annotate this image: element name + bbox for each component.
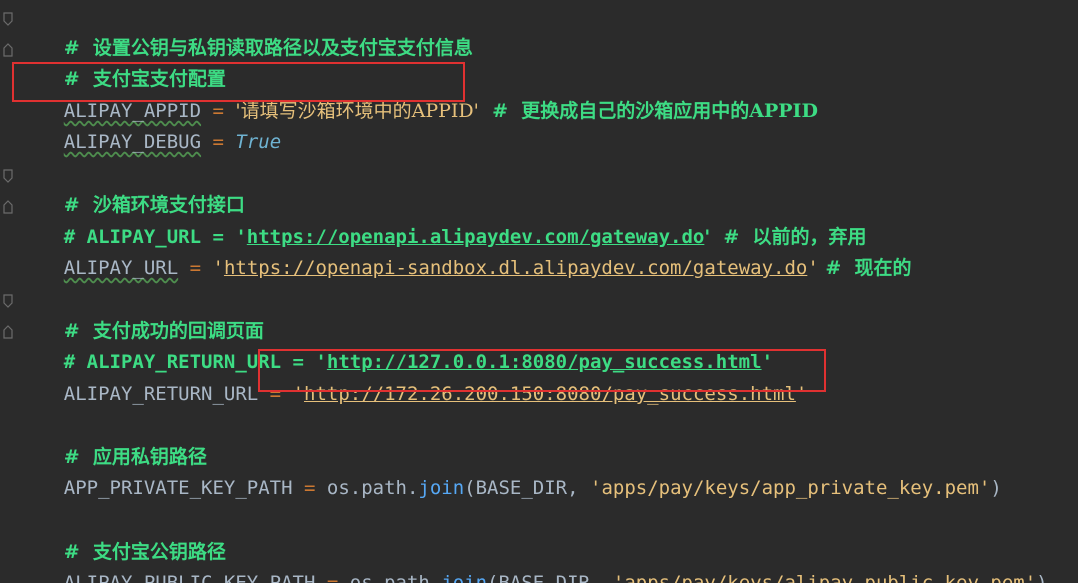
keyword-true: True — [235, 131, 282, 153]
assign-operator: = — [201, 131, 236, 153]
code-line[interactable]: ALIPAY_URL = 'https://openapi-sandbox.dl… — [18, 223, 912, 279]
code-line[interactable]: # ALIPAY_URL = 'https://openapi.alipayde… — [18, 192, 867, 248]
code-comment: # 更换成自己的沙箱应用中的APPID — [478, 100, 818, 122]
module-path: os.path. — [349, 572, 442, 583]
assign-operator: = — [292, 477, 327, 499]
code-line[interactable]: # 应用私钥路径 — [18, 412, 207, 468]
code-line[interactable]: # 支付宝公钥路径 — [18, 507, 226, 563]
call-args: (BASE_DIR, — [464, 477, 590, 499]
variable-name: ALIPAY_RETURN_URL — [63, 383, 259, 405]
function-name: join — [418, 477, 465, 499]
fold-marker-icon[interactable] — [3, 169, 13, 183]
code-line[interactable]: # 支付成功的回调页面 — [18, 286, 264, 342]
code-line[interactable]: # 沙箱环境支付接口 — [18, 160, 245, 216]
call-args: (BASE_DIR, — [487, 572, 613, 583]
call-close: ) — [990, 477, 1002, 499]
string-literal: 'apps/pay/keys/alipay_public_key.pem' — [612, 572, 1037, 583]
function-name: join — [441, 572, 488, 583]
code-line[interactable]: # 设置公钥与私钥读取路径以及支付宝支付信息 — [18, 3, 473, 59]
highlight-box-return-url — [258, 349, 826, 392]
code-line[interactable]: ALIPAY_PUBLIC_KEY_PATH = os.path.join(BA… — [18, 538, 1048, 583]
fold-marker-icon[interactable] — [3, 12, 13, 26]
string-quote: ' — [212, 257, 224, 279]
code-comment: # 现在的 — [818, 257, 912, 279]
assign-operator: = — [178, 257, 213, 279]
variable-name: APP_PRIVATE_KEY_PATH — [63, 477, 293, 499]
fold-marker-icon[interactable] — [3, 200, 13, 214]
string-literal: 'apps/pay/keys/app_private_key.pem' — [590, 477, 991, 499]
code-line[interactable]: # ALIPAY_RETURN_URL = 'http://127.0.0.1:… — [18, 317, 773, 373]
fold-marker-icon[interactable] — [3, 325, 13, 339]
module-path: os.path. — [326, 477, 419, 499]
variable-name: ALIPAY_DEBUG — [63, 131, 202, 153]
string-quote: ' — [807, 257, 819, 279]
code-line[interactable]: APP_PRIVATE_KEY_PATH = os.path.join(BASE… — [18, 443, 1002, 499]
code-editor[interactable]: # 设置公钥与私钥读取路径以及支付宝支付信息 # 支付宝支付配置 ALIPAY_… — [0, 0, 1078, 583]
assign-operator: = — [315, 572, 350, 583]
code-line[interactable]: # 支付宝支付配置 — [18, 34, 226, 90]
variable-name: ALIPAY_URL — [63, 257, 179, 279]
fold-marker-icon[interactable] — [3, 43, 13, 57]
highlight-box-appid — [12, 62, 465, 102]
url-link[interactable]: https://openapi-sandbox.dl.alipaydev.com… — [224, 257, 807, 279]
variable-name: ALIPAY_PUBLIC_KEY_PATH — [63, 572, 316, 583]
call-close: ) — [1036, 572, 1048, 583]
fold-marker-icon[interactable] — [3, 294, 13, 308]
